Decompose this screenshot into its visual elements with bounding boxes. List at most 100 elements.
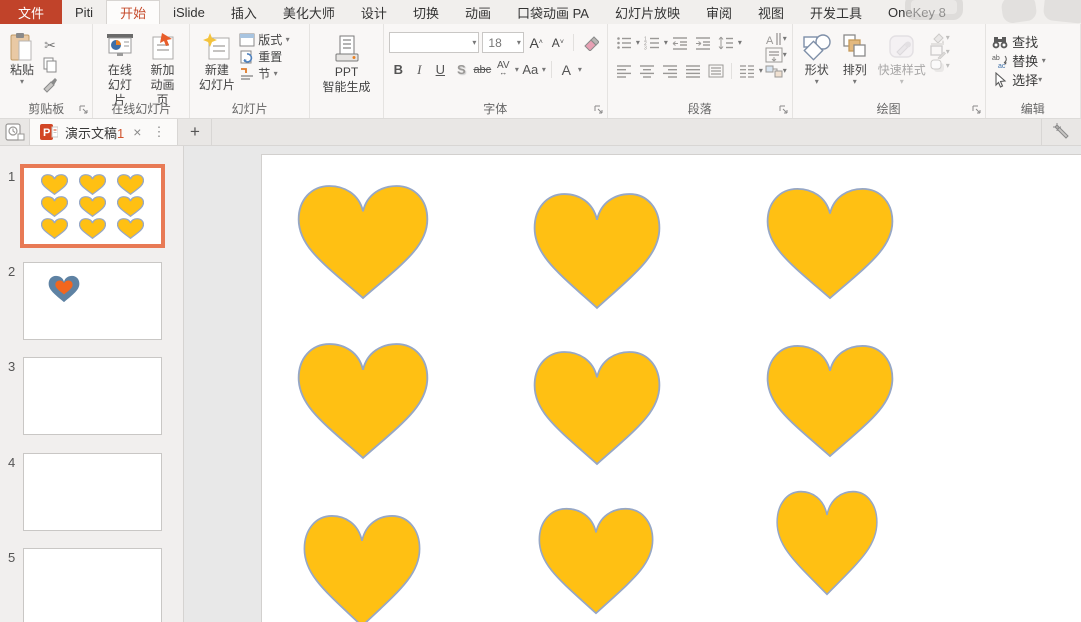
shape-outline-button[interactable]: ▾ [930,45,950,59]
heart-shape-2[interactable] [532,190,662,312]
document-title: 演示文稿1 [65,123,124,142]
increase-font-button[interactable]: A˄ [527,32,546,53]
shapes-button[interactable]: 形状 ▾ [798,29,836,88]
increase-indent-button[interactable] [692,33,714,53]
heart-shape-5[interactable] [532,348,662,468]
bold-button[interactable]: B [389,59,408,80]
align-text-button[interactable]: ▾ [765,47,787,63]
text-direction-button[interactable]: ▾ [765,31,787,47]
line-spacing-button[interactable] [715,33,737,53]
select-button[interactable]: 选择▾ [991,70,1046,89]
slide-thumbnail-2[interactable] [23,262,162,340]
heart-shape-4[interactable] [296,340,430,462]
new-tab-button[interactable]: + [178,119,212,145]
paste-button[interactable]: 粘贴 ▾ [5,29,39,88]
reset-button[interactable]: 重置 [239,48,290,65]
online-slides-button[interactable]: 在线 幻灯片 [98,29,141,110]
ribbon-group-ppt-smart: PPT 智能生成 [310,24,384,118]
slide-thumbnail-4[interactable] [23,453,162,531]
font-color-button[interactable]: A [557,59,576,80]
slide-thumbnail-5[interactable] [23,548,162,622]
new-slide-button[interactable]: 新建 幻灯片 [195,29,239,95]
page-cursor-icon [148,31,178,63]
drawing-dialog-launcher[interactable] [972,105,982,115]
recent-documents-button[interactable] [0,119,30,145]
menu-tab-review[interactable]: 审阅 [693,0,745,24]
magic-wand-button[interactable] [1041,119,1081,145]
font-size-select[interactable]: 18▾ [482,32,523,53]
heart-shape-6[interactable] [765,342,895,460]
text-shadow-button[interactable]: S [452,59,471,80]
menu-tab-design[interactable]: 设计 [348,0,400,24]
decrease-indent-button[interactable] [669,33,691,53]
tab-options-button[interactable]: ⋮ [150,124,167,140]
menu-tab-animation[interactable]: 动画 [452,0,504,24]
font-dialog-launcher[interactable] [594,105,604,115]
quick-style-button[interactable]: 快速样式 ▾ [874,29,930,88]
font-group-label: 字体 [384,100,607,117]
find-button[interactable]: 查找 [991,32,1046,51]
slide-1-editing-surface[interactable] [262,155,1081,622]
format-painter-button[interactable] [39,75,61,95]
columns-button[interactable] [736,61,758,81]
paragraph-dialog-launcher[interactable] [779,105,789,115]
align-center-button[interactable] [636,61,658,81]
heart-shape-3[interactable] [765,185,895,302]
thumbnail-row-2: 2 [0,262,184,344]
ppt-smart-generate-button[interactable]: PPT 智能生成 [319,31,375,97]
menu-tab-view[interactable]: 视图 [745,0,797,24]
clipboard-icon [9,31,35,63]
char-spacing-button[interactable]: AV↔ [494,59,513,80]
copy-button[interactable] [39,55,61,75]
heart-shape-9[interactable] [775,488,879,598]
menu-tab-pocket-animation[interactable]: 口袋动画 PA [504,0,602,24]
shapes-icon [802,31,832,63]
menu-bar: 文件Piti开始iSlide插入美化大师设计切换动画口袋动画 PA幻灯片放映审阅… [0,0,1081,24]
menu-tab-home[interactable]: 开始 [106,0,160,24]
italic-button[interactable]: I [410,59,429,80]
slide-canvas[interactable] [184,146,1081,622]
numbering-button[interactable] [641,33,663,53]
font-name-select[interactable]: ▾ [389,32,480,53]
document-tab-bar: 演示文稿1 × ⋮ + [0,119,1081,146]
strikethrough-button[interactable]: abc [473,59,492,80]
layout-button[interactable]: 版式 ▾ [239,31,290,48]
arrange-button[interactable]: 排列 ▾ [836,29,874,88]
menu-tab-beautify-master[interactable]: 美化大师 [270,0,348,24]
clipboard-dialog-launcher[interactable] [79,105,89,115]
heart-shape-1[interactable] [296,182,430,302]
align-right-button[interactable] [659,61,681,81]
menu-tab-islide[interactable]: iSlide [160,0,218,24]
slide-thumbnail-3[interactable] [23,357,162,435]
decrease-font-button[interactable]: A˅ [549,32,568,53]
thumbnail-number: 3 [8,359,15,374]
align-left-button[interactable] [613,61,635,81]
online-slides-group-label: 在线幻灯片 [93,100,188,117]
clear-format-button[interactable] [580,33,602,53]
heart-shape-7[interactable] [302,512,422,622]
menu-tab-transition[interactable]: 切换 [400,0,452,24]
new-animation-page-button[interactable]: 新加 动画页 [141,29,184,110]
replace-button[interactable]: 替换 ▾ [991,51,1046,70]
justify-button[interactable] [682,61,704,81]
change-case-button[interactable]: Aa [521,59,540,80]
bullets-button[interactable] [613,33,635,53]
new-slide-icon [202,31,232,63]
underline-button[interactable]: U [431,59,450,80]
menu-tab-slideshow[interactable]: 幻灯片放映 [602,0,693,24]
close-tab-button[interactable]: × [131,124,143,140]
menu-tab-insert[interactable]: 插入 [218,0,270,24]
dropdown-arrow-icon: ▾ [20,78,24,86]
section-button[interactable]: 节 ▾ [239,65,290,82]
menu-tab-piti[interactable]: Piti [62,0,106,24]
menu-tab-file[interactable]: 文件 [0,0,62,24]
shape-effects-button[interactable]: ▾ [930,59,950,73]
distribute-text-button[interactable] [705,61,727,81]
cut-button[interactable]: ✂ [39,35,61,55]
heart-shape-8[interactable] [537,505,655,617]
menu-tab-dev-tools[interactable]: 开发工具 [797,0,875,24]
shape-fill-button[interactable]: ▾ [930,31,950,45]
slide-thumbnail-1[interactable] [23,167,162,245]
smartart-convert-button[interactable]: ▾ [765,63,787,79]
document-tab[interactable]: 演示文稿1 × ⋮ [30,119,178,145]
